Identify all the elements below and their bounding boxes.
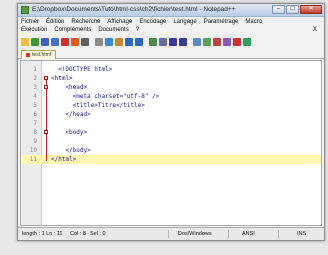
toolbar	[21, 36, 321, 47]
menu-encodage[interactable]: Encodage	[139, 18, 166, 26]
line-number: 4	[33, 93, 37, 100]
menu-bar: Fichier Édition Recherche Affichage Enco…	[21, 18, 321, 34]
code-line[interactable]: 5 <title>Titre</title>	[21, 101, 321, 110]
status-col: Col : 8	[70, 231, 86, 237]
status-bar: length : 1 Ln : 11 Col : 8 Sel : 0 Dos\W…	[18, 227, 324, 240]
print-icon[interactable]	[81, 37, 89, 46]
code-text: <body>	[65, 129, 88, 136]
window-title: E:\Dropbox\Documents\Tuto\html-css\ch2\f…	[32, 6, 236, 13]
notepad-app-icon	[21, 6, 29, 14]
line-number: 3	[33, 84, 37, 91]
code-text: <meta charset="utf-8" />	[72, 93, 160, 100]
window-controls: – □ ✕	[272, 5, 322, 15]
title-bar[interactable]: E:\Dropbox\Documents\Tuto\html-css\ch2\f…	[18, 4, 324, 17]
menu-fichier[interactable]: Fichier	[21, 18, 39, 26]
code-text: </head>	[65, 111, 91, 118]
find-icon[interactable]	[149, 37, 157, 46]
code-line[interactable]: 2 <html>	[21, 74, 321, 83]
menu-complements[interactable]: Compléments	[54, 26, 91, 34]
line-number: 11	[29, 156, 37, 163]
fold-line	[46, 80, 47, 161]
undo-icon[interactable]	[125, 37, 133, 46]
menu-help[interactable]: ?	[136, 26, 139, 34]
menu-documents[interactable]: Documents	[98, 26, 128, 34]
line-number: 8	[33, 129, 37, 136]
line-number: 9	[33, 138, 37, 145]
code-line[interactable]: 3 <head>	[21, 83, 321, 92]
maximize-button[interactable]: □	[286, 5, 299, 14]
new-file-icon[interactable]	[21, 37, 29, 46]
status-length: length : 1 Ln : 11	[22, 231, 63, 237]
code-text: <title>Titre</title>	[72, 102, 145, 109]
menu-affichage[interactable]: Affichage	[107, 18, 132, 26]
menu-edition[interactable]: Édition	[46, 18, 64, 26]
menu-row-1: Fichier Édition Recherche Affichage Enco…	[21, 18, 321, 26]
menu-row-2: Exécution Compléments Documents ? X	[21, 26, 321, 34]
line-number: 5	[33, 102, 37, 109]
tab-bar: test.html	[18, 49, 324, 59]
close-document-x[interactable]: X	[313, 26, 317, 34]
close-icon[interactable]	[61, 37, 69, 46]
save-all-icon[interactable]	[51, 37, 59, 46]
code-text: </body>	[65, 147, 91, 154]
code-line[interactable]: 8 <body>	[21, 128, 321, 137]
fold-marker-icon[interactable]: −	[44, 130, 48, 135]
line-number: 2	[33, 75, 37, 82]
code-text: <head>	[65, 84, 88, 91]
code-line[interactable]: 7	[21, 119, 321, 128]
word-wrap-icon[interactable]	[203, 37, 211, 46]
menu-macro[interactable]: Macro	[245, 18, 262, 26]
show-all-icon[interactable]	[213, 37, 221, 46]
menu-execution[interactable]: Exécution	[21, 26, 47, 34]
line-number: 6	[33, 111, 37, 118]
minimize-button[interactable]: –	[272, 5, 285, 14]
zoom-in-icon[interactable]	[169, 37, 177, 46]
record-macro-icon[interactable]	[233, 37, 241, 46]
menu-parametrage[interactable]: Paramétrage	[204, 18, 239, 26]
close-button[interactable]: ✕	[300, 5, 322, 14]
code-line[interactable]: 1 <!DOCTYPE html>	[21, 65, 321, 74]
zoom-out-icon[interactable]	[179, 37, 187, 46]
file-saved-icon	[26, 52, 30, 57]
redo-icon[interactable]	[135, 37, 143, 46]
copy-icon[interactable]	[105, 37, 113, 46]
code-line[interactable]: 6 </head>	[21, 110, 321, 119]
save-icon[interactable]	[41, 37, 49, 46]
line-number: 7	[33, 120, 37, 127]
cut-icon[interactable]	[95, 37, 103, 46]
code-text: </html>	[51, 156, 77, 163]
code-editor[interactable]: 1 <!DOCTYPE html> 2 <html> 3 <head> 4 <meta cha…	[20, 60, 322, 226]
status-mode: INS	[297, 231, 307, 237]
sync-scroll-icon[interactable]	[193, 37, 201, 46]
play-macro-icon[interactable]	[243, 37, 251, 46]
status-eol: Dos\Windows	[178, 231, 212, 237]
open-file-icon[interactable]	[31, 37, 39, 46]
notepad-window: E:\Dropbox\Documents\Tuto\html-css\ch2\f…	[17, 3, 325, 241]
code-text: <html>	[51, 75, 73, 82]
line-number: 1	[33, 66, 37, 73]
code-line[interactable]: 4 <meta charset="utf-8" />	[21, 92, 321, 101]
tab-label: test.html	[32, 52, 51, 58]
code-line[interactable]: 11 </html>	[21, 155, 321, 164]
code-line[interactable]: 9	[21, 137, 321, 146]
status-divider	[168, 230, 169, 238]
line-number: 10	[29, 147, 37, 154]
indent-guide-icon[interactable]	[223, 37, 231, 46]
page-background: E:\Dropbox\Documents\Tuto\html-css\ch2\f…	[0, 0, 328, 255]
status-divider	[228, 230, 229, 238]
paste-icon[interactable]	[115, 37, 123, 46]
replace-icon[interactable]	[159, 37, 167, 46]
code-text: <!DOCTYPE html>	[58, 66, 113, 73]
status-encoding: ANSI	[242, 231, 255, 237]
close-all-icon[interactable]	[71, 37, 79, 46]
menu-langage[interactable]: Langage	[173, 18, 196, 26]
tab-test-html[interactable]: test.html	[21, 50, 56, 59]
fold-marker-icon[interactable]: −	[44, 85, 48, 90]
menu-recherche[interactable]: Recherche	[71, 18, 100, 26]
status-sel: Sel : 0	[90, 231, 106, 237]
code-line[interactable]: 10 </body>	[21, 146, 321, 155]
status-divider	[278, 230, 279, 238]
